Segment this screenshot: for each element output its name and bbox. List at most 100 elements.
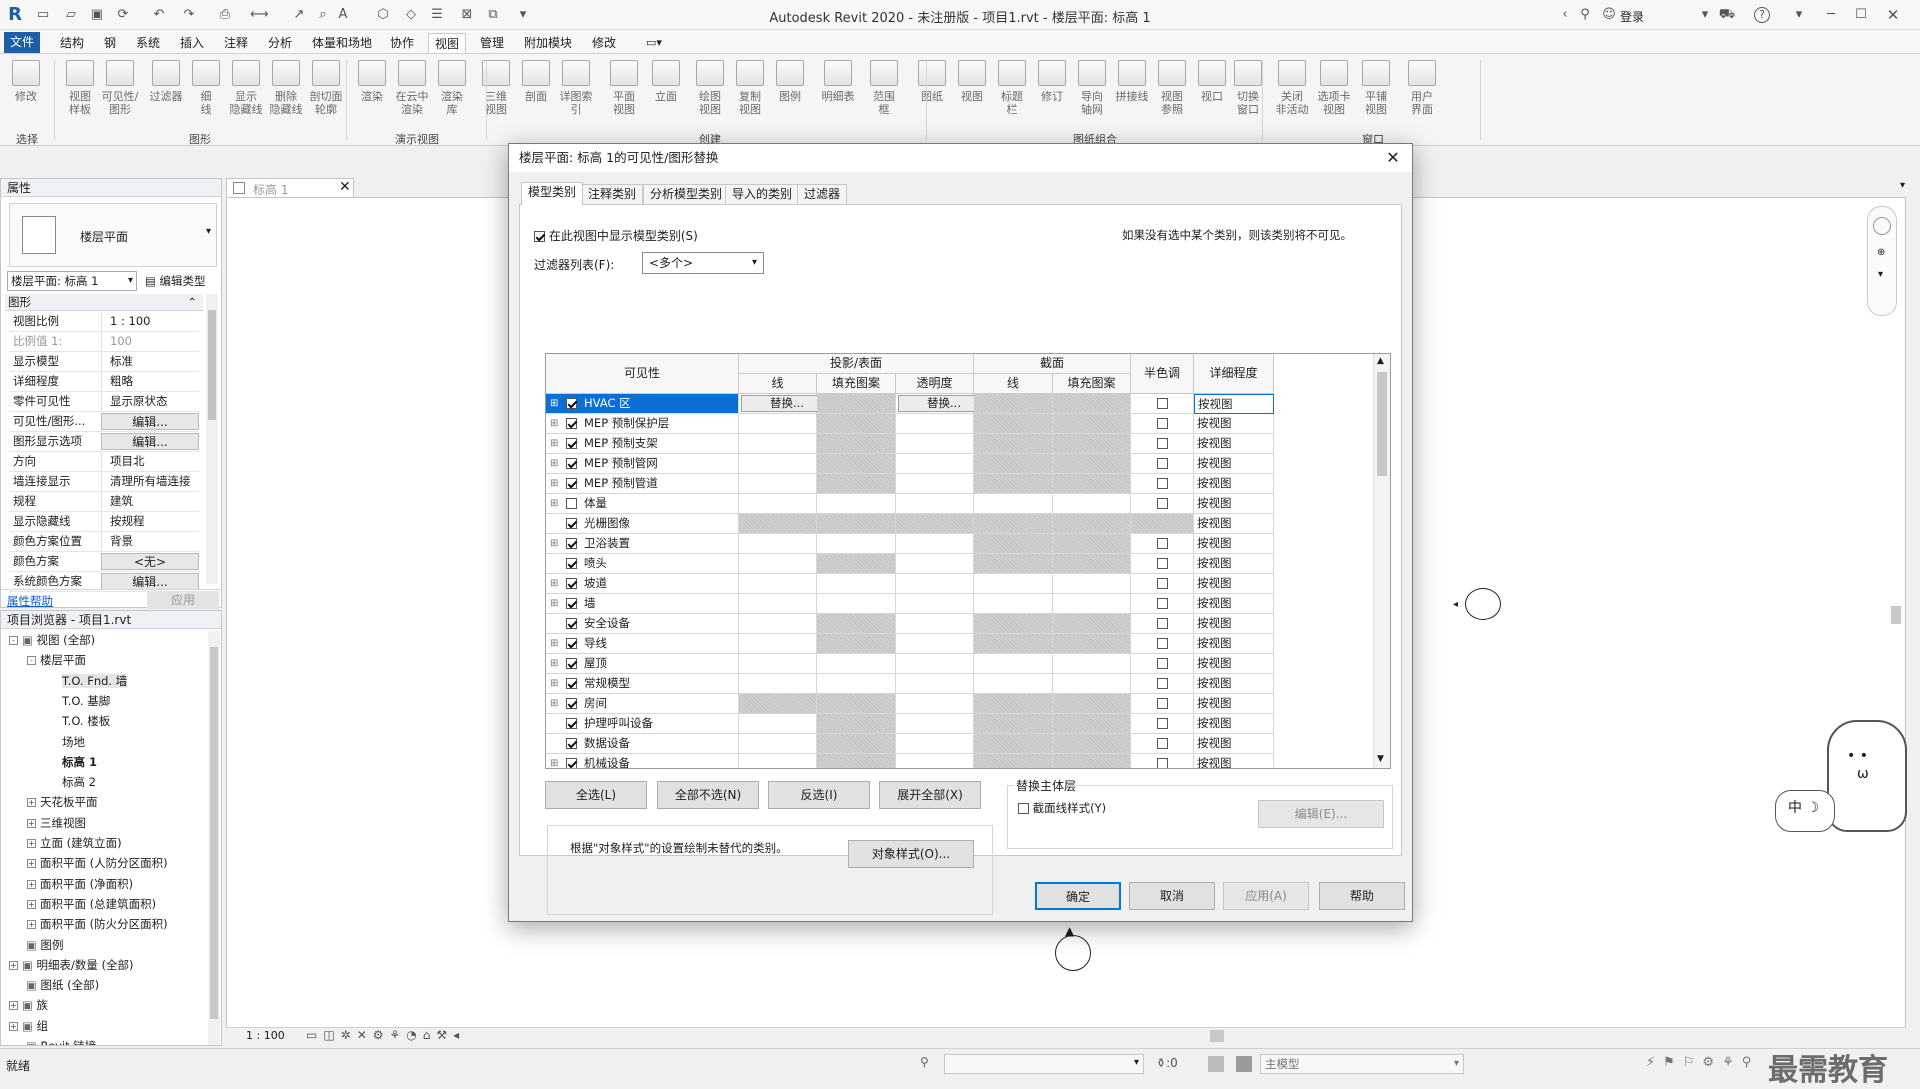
proj-fill-cell[interactable] (817, 534, 896, 554)
text-icon[interactable]: A (334, 6, 352, 24)
revit-logo-icon[interactable]: R (6, 6, 24, 24)
collapse-icon[interactable]: - (9, 636, 18, 645)
browser-item[interactable]: + ▣ 明细表/数量 (全部) (9, 956, 134, 974)
proj-transparency-cell[interactable] (896, 734, 974, 754)
halftone-cell[interactable] (1131, 514, 1194, 534)
cut-profile-button[interactable]: 剖切面 轮廓 (306, 58, 346, 130)
category-row[interactable]: 喷头 按视图 (546, 554, 1374, 574)
tab-steel[interactable]: 钢 (98, 33, 122, 53)
expand-icon[interactable]: + (27, 839, 36, 848)
expand-icon[interactable]: + (9, 1021, 18, 1031)
proj-transparency-cell[interactable]: 替换... (896, 394, 990, 414)
apply-button[interactable]: 应用 (147, 591, 219, 609)
tag-icon[interactable]: ⌕ (314, 6, 332, 24)
category-row[interactable]: 光栅图像 按视图 (546, 514, 1374, 534)
thin-lines-icon[interactable]: ☰ (428, 6, 446, 24)
browser-item[interactable]: + 面积平面 (总建筑面积) (27, 895, 156, 913)
3d-view-button[interactable]: 三维 视图 (476, 58, 516, 130)
revisions-button[interactable]: 修订 (1032, 58, 1072, 130)
tab-collaborate[interactable]: 协作 (384, 33, 420, 53)
category-name-cell[interactable]: ⊞ 导线 (546, 634, 739, 654)
halftone-checkbox[interactable] (1157, 538, 1168, 549)
expand-icon[interactable]: ⊞ (550, 474, 558, 493)
proj-line-cell[interactable] (739, 714, 817, 734)
tab-insert[interactable]: 插入 (174, 33, 210, 53)
browser-item[interactable]: 标高 1 (45, 753, 97, 771)
proj-line-cell[interactable] (739, 414, 817, 434)
view-button[interactable]: 视图 (952, 58, 992, 130)
halftone-cell[interactable] (1131, 714, 1194, 734)
halftone-cell[interactable] (1131, 594, 1194, 614)
expand-icon[interactable]: + (27, 818, 36, 828)
undo-icon[interactable]: ↶ (150, 6, 168, 24)
group-select[interactable]: 选择 (4, 131, 50, 146)
browser-item[interactable]: + 面积平面 (人防分区面积) (27, 854, 168, 872)
guide-grid-button[interactable]: 导向 轴网 (1072, 58, 1112, 130)
expand-icon[interactable]: ⊞ (550, 434, 558, 453)
browser-item[interactable]: ▣ 图例 (9, 936, 64, 954)
binoculars-icon[interactable]: ⚲ (1576, 6, 1594, 24)
category-name-cell[interactable]: 光栅图像 (546, 514, 739, 534)
category-name-cell[interactable]: ⊞ 坡道 (546, 574, 739, 594)
redo-icon[interactable]: ↷ (180, 6, 198, 24)
visibility-checkbox[interactable] (566, 478, 577, 489)
halftone-cell[interactable] (1131, 614, 1194, 634)
property-row[interactable]: 零件可见性 显示原状态 (9, 392, 199, 412)
design-option-dropdown[interactable]: 主模型 ▾ (1260, 1054, 1464, 1074)
proj-fill-cell[interactable] (817, 494, 896, 514)
detail-level-cell[interactable]: 按视图 (1194, 494, 1274, 514)
browser-item[interactable]: + 天花板平面 (27, 793, 98, 811)
proj-line-cell[interactable] (739, 494, 817, 514)
category-row[interactable]: ⊞ 墙按视图 (546, 594, 1374, 614)
proj-transparency-cell[interactable] (896, 414, 974, 434)
halftone-cell[interactable] (1131, 694, 1194, 714)
visibility-checkbox[interactable] (566, 698, 577, 709)
table-scrollbar[interactable]: ▲ ▼ (1373, 354, 1390, 768)
detail-level-cell[interactable]: 按视图 (1194, 694, 1274, 714)
browser-item[interactable]: - 楼层平面 (27, 651, 86, 669)
show-model-categories-check[interactable]: 在此视图中显示模型类别(S) (534, 227, 698, 244)
sheet-button[interactable]: 图纸 (912, 58, 952, 130)
print-icon[interactable]: ⎙ (216, 6, 234, 24)
halftone-checkbox[interactable] (1157, 498, 1168, 509)
tab-manage[interactable]: 管理 (474, 33, 510, 53)
expand-all-button[interactable]: 展开全部(X) (879, 781, 981, 809)
visibility-checkbox[interactable] (566, 458, 577, 469)
category-row[interactable]: 安全设备 按视图 (546, 614, 1374, 634)
category-name-cell[interactable]: ⊞ MEP 预制管道 (546, 474, 739, 494)
browser-item[interactable]: + ▣ 族 (9, 996, 48, 1014)
detail-level-cell[interactable]: 按视图 (1194, 394, 1274, 414)
select-none-button[interactable]: 全部不选(N) (657, 781, 759, 809)
tab-systems[interactable]: 系统 (130, 33, 166, 53)
close-window-icon[interactable]: ✕ (1884, 6, 1902, 24)
visibility-checkbox[interactable] (566, 558, 577, 569)
ribbon-options-icon[interactable]: ▭▾ (640, 33, 668, 53)
tab-model-categories[interactable]: 模型类别 (521, 182, 584, 205)
zoom-icon[interactable]: ⊕ (1877, 247, 1885, 258)
proj-line-cell[interactable] (739, 594, 817, 614)
canvas-hscroll-thumb[interactable] (1210, 1030, 1224, 1042)
property-row[interactable]: 可见性/图形... 编辑... (9, 412, 199, 432)
instance-selector[interactable]: 楼层平面: 标高 1 ▾ (7, 271, 137, 291)
visibility-checkbox[interactable] (566, 518, 577, 529)
callout-button[interactable]: 详图索引 (556, 58, 596, 130)
scroll-down-icon[interactable]: ▼ (1377, 754, 1384, 764)
category-row[interactable]: ⊞ MEP 预制保护层 按视图 (546, 414, 1374, 434)
property-row[interactable]: 图形显示选项 编辑... (9, 432, 199, 452)
cut-fill-cell[interactable] (1053, 494, 1131, 514)
category-name-cell[interactable]: ⊞ 卫浴装置 (546, 534, 739, 554)
category-name-cell[interactable]: ⊞ 屋顶 (546, 654, 739, 674)
proj-fill-cell[interactable] (817, 674, 896, 694)
cut-fill-cell[interactable] (1053, 594, 1131, 614)
category-row[interactable]: ⊞ 体量 按视图 (546, 494, 1374, 514)
new-file-icon[interactable]: ▭ (34, 6, 52, 24)
category-row[interactable]: ⊞ 卫浴装置 按视图 (546, 534, 1374, 554)
open-icon[interactable]: ▱ (62, 6, 80, 24)
properties-scrollbar[interactable] (206, 294, 218, 584)
detail-level-cell[interactable]: 按视图 (1194, 514, 1274, 534)
expand-icon[interactable]: + (27, 798, 36, 808)
expand-icon[interactable]: ⊞ (550, 634, 558, 653)
halftone-cell[interactable] (1131, 414, 1194, 434)
tab-annotation-categories[interactable]: 注释类别 (581, 184, 644, 204)
detail-level-cell[interactable]: 按视图 (1194, 534, 1274, 554)
